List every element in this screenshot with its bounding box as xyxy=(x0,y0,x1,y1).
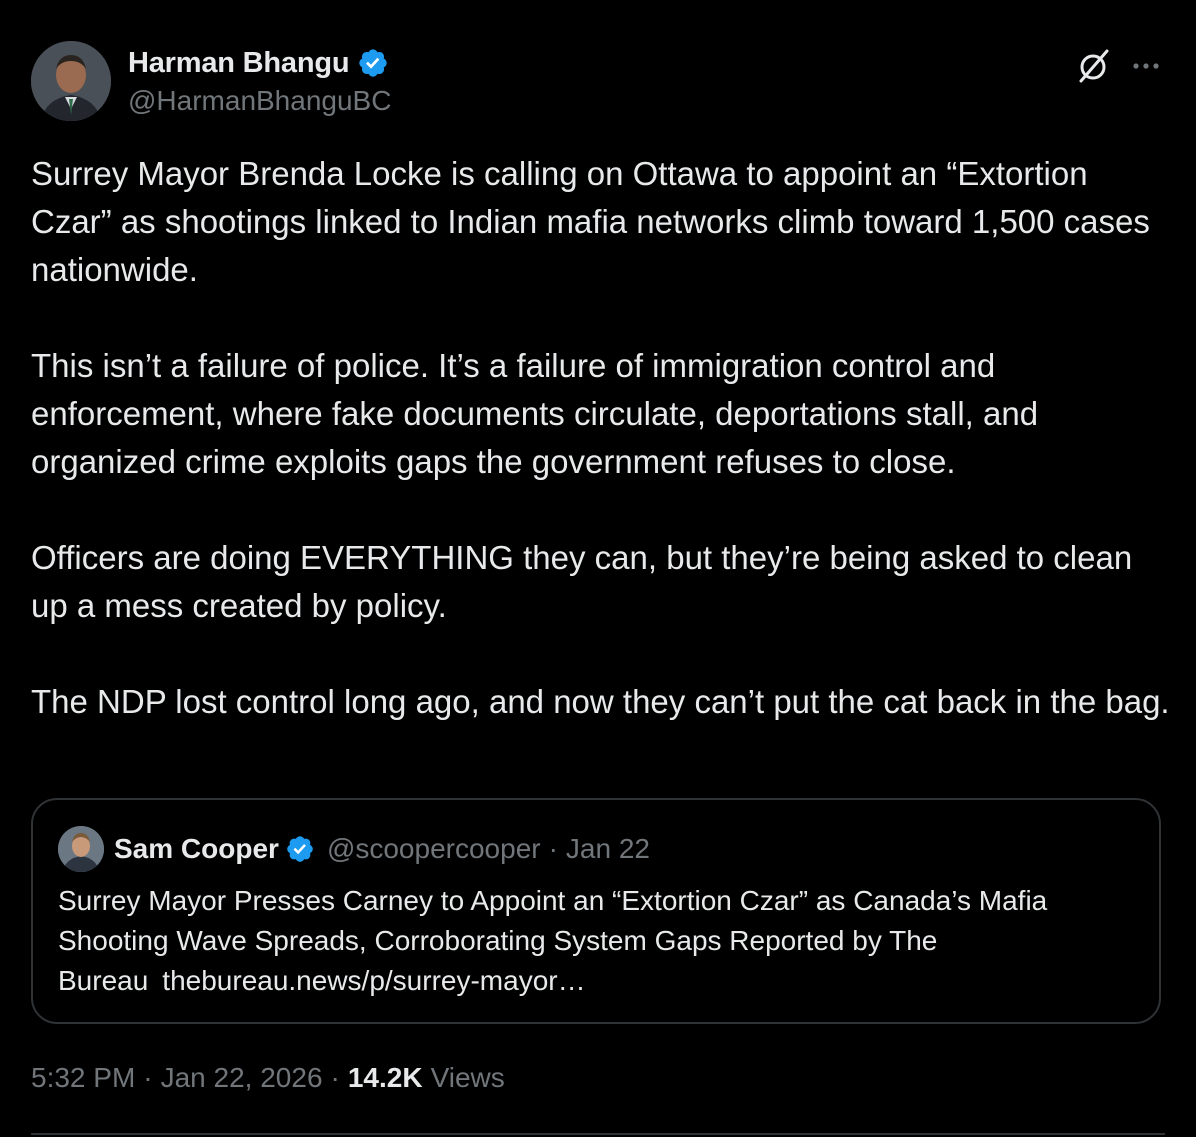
tweet-meta: 5:32 PM · Jan 22, 2026 · 14.2K Views xyxy=(31,1062,505,1094)
author-handle[interactable]: @HarmanBhanguBC xyxy=(128,85,391,117)
tweet-paragraph: The NDP lost control long ago, and now t… xyxy=(31,683,1170,720)
quoted-author-display-name[interactable]: Sam Cooper xyxy=(114,833,279,865)
tweet-date[interactable]: Jan 22, 2026 xyxy=(161,1062,323,1094)
quoted-author-avatar[interactable] xyxy=(58,826,104,872)
quoted-author-handle[interactable]: @scoopercooper xyxy=(327,833,541,865)
tweet-header: Harman Bhangu @HarmanBhanguBC xyxy=(31,41,1165,125)
quoted-tweet-date[interactable]: Jan 22 xyxy=(566,833,650,865)
tweet-paragraph: Officers are doing EVERYTHING they can, … xyxy=(31,539,1133,624)
quoted-tweet-link[interactable]: thebureau.news/p/surrey-mayor… xyxy=(162,965,585,996)
meta-separator: · xyxy=(330,1062,340,1093)
author-name-block: Harman Bhangu @HarmanBhanguBC xyxy=(128,45,391,117)
divider xyxy=(31,1133,1165,1135)
views-label[interactable]: Views xyxy=(431,1062,505,1094)
quoted-tweet-card[interactable]: Sam Cooper @scoopercooper · Jan 22 Surre… xyxy=(31,798,1161,1024)
tweet-top-actions xyxy=(1075,47,1161,85)
views-count[interactable]: 14.2K xyxy=(348,1062,423,1094)
tweet-paragraph: This isn’t a failure of police. It’s a f… xyxy=(31,347,1039,480)
quoted-separator: · xyxy=(548,833,558,864)
meta-separator: · xyxy=(143,1062,153,1093)
display-name-row: Harman Bhangu xyxy=(128,45,391,81)
tweet-text: Surrey Mayor Brenda Locke is calling on … xyxy=(31,150,1171,774)
quoted-tweet-text: Surrey Mayor Presses Carney to Appoint a… xyxy=(58,881,1138,1001)
author-avatar[interactable] xyxy=(31,41,111,121)
verified-badge-icon[interactable] xyxy=(357,47,389,79)
grok-icon[interactable] xyxy=(1075,47,1113,85)
quoted-tweet-header: Sam Cooper @scoopercooper · Jan 22 xyxy=(58,826,650,872)
verified-badge-icon[interactable] xyxy=(285,834,315,864)
tweet-paragraph: Surrey Mayor Brenda Locke is calling on … xyxy=(31,155,1150,288)
author-display-name[interactable]: Harman Bhangu xyxy=(128,47,350,80)
tweet-time[interactable]: 5:32 PM xyxy=(31,1062,135,1094)
more-icon[interactable] xyxy=(1131,51,1161,81)
